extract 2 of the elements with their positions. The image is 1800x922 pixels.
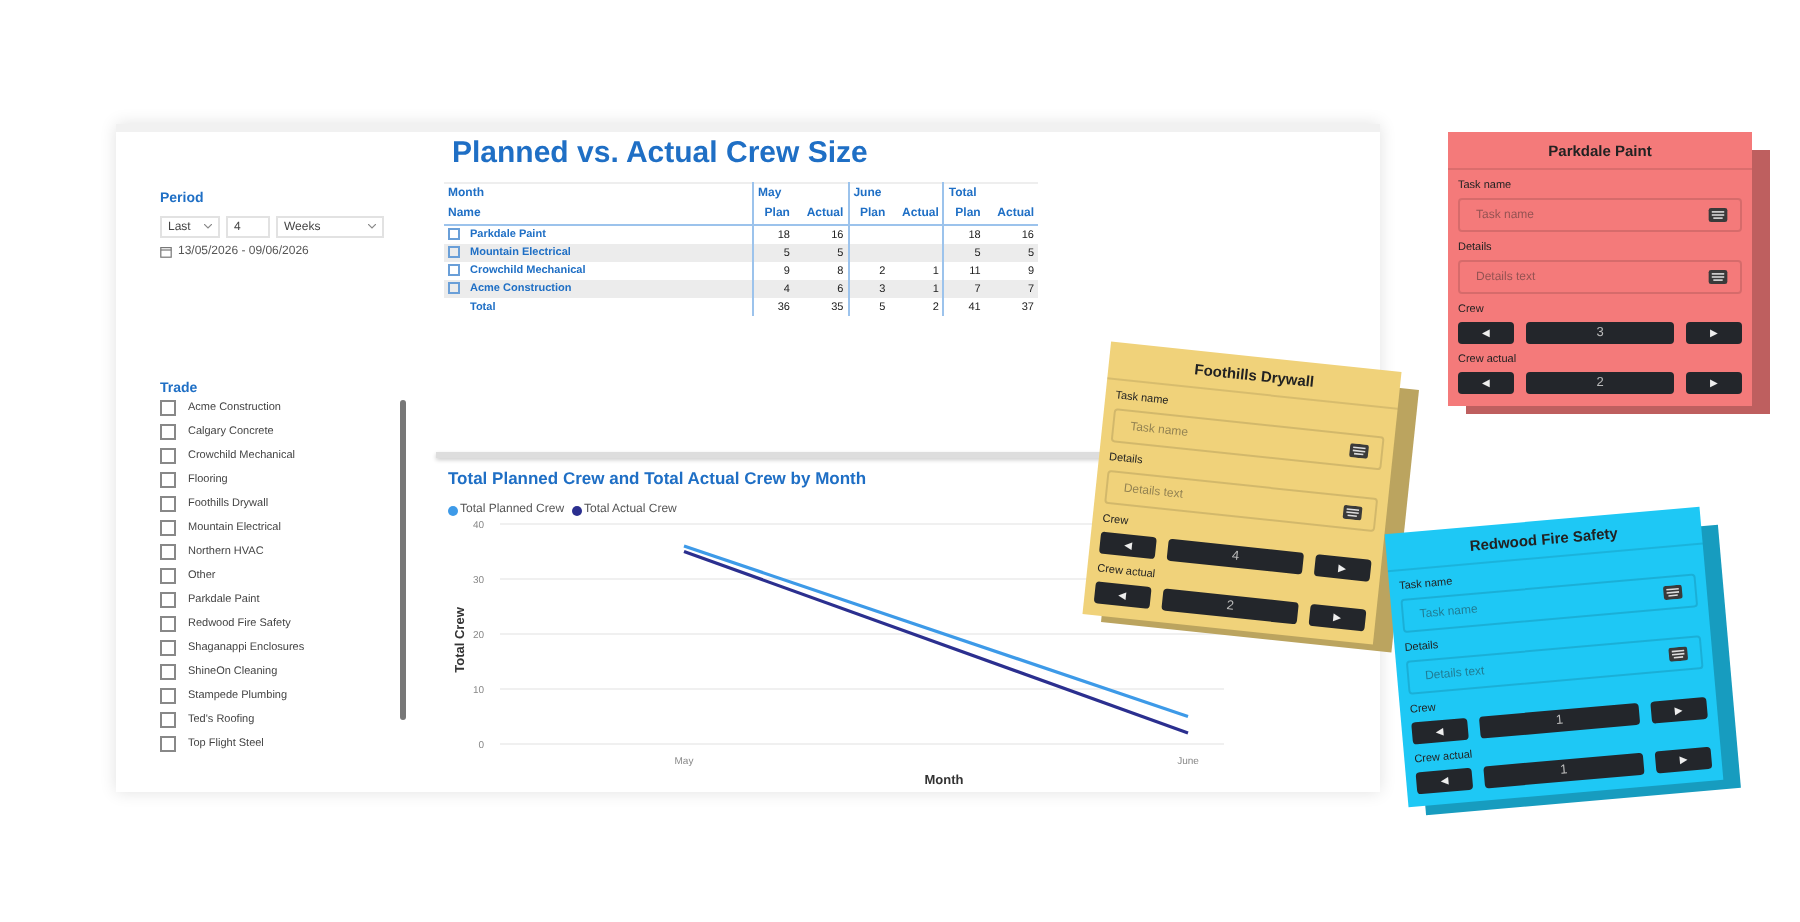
chart-title: Total Planned Crew and Total Actual Crew by Month [448,468,867,488]
report-title: Planned vs. Actual Crew Size [452,136,870,170]
